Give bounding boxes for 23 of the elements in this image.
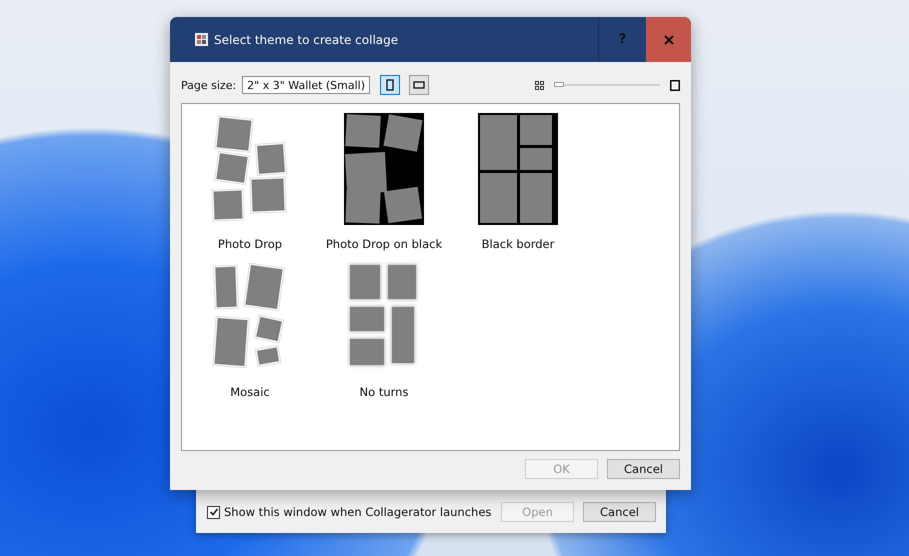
theme-preview-drawing[interactable] — [344, 113, 424, 225]
portrait-page-icon — [386, 79, 394, 91]
cancel-button[interactable]: Cancel — [583, 502, 656, 522]
checkbox-label: Show this window when Collagerator launches — [224, 505, 492, 519]
theme-preview-drawing[interactable] — [478, 113, 558, 225]
page-size-dropdown[interactable]: 2" x 3" Wallet (Small) — [242, 76, 370, 94]
theme-name: Photo Drop on black — [326, 237, 442, 251]
landscape-page-icon — [413, 81, 426, 89]
theme-name: Photo Drop — [218, 237, 282, 251]
small-grid-icon — [535, 80, 544, 90]
theme-name: Mosaic — [230, 385, 270, 399]
cancel-button[interactable]: Cancel — [607, 459, 680, 479]
page-size-label: Page size: — [181, 78, 236, 92]
checkbox[interactable] — [207, 506, 220, 518]
window-title: Select theme to create collage — [214, 32, 398, 46]
theme-name: Black border — [482, 237, 554, 251]
close-icon — [664, 34, 674, 44]
zoom-slider-thumb[interactable] — [554, 82, 564, 87]
landscape-button[interactable] — [409, 75, 430, 95]
large-square-icon — [670, 80, 680, 90]
portrait-button[interactable] — [380, 75, 400, 95]
theme-name: No turns — [360, 385, 408, 399]
app-icon — [195, 33, 208, 46]
